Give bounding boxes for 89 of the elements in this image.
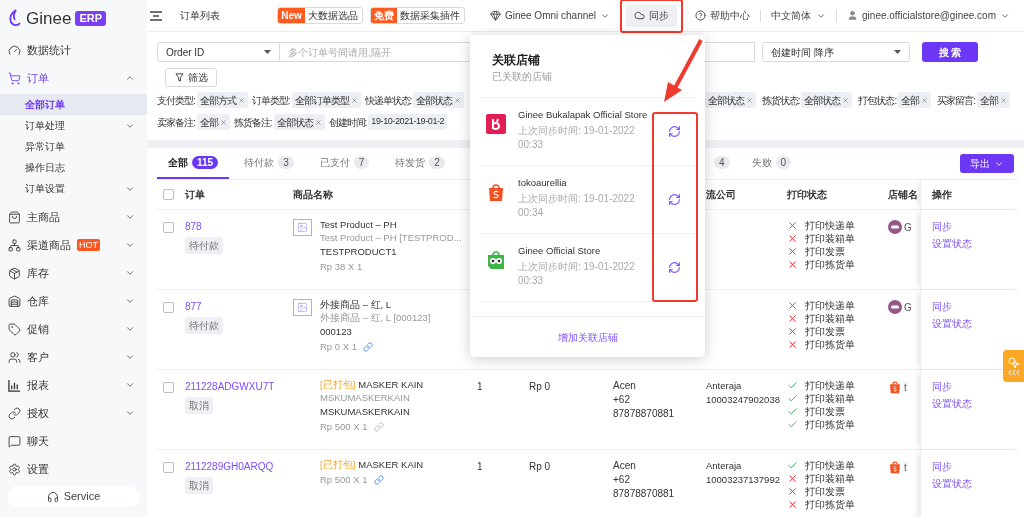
- product-name: Test Product – PH: [320, 219, 397, 230]
- order-status-tag: 待付款: [185, 317, 223, 334]
- product-sku: 000123: [320, 326, 353, 339]
- count-badge: 4: [714, 156, 730, 169]
- product-variant: 外接商品 – 红, L [000123]: [320, 311, 431, 324]
- page-title: 订单列表: [180, 9, 220, 23]
- product-name: MASKER KAIN: [358, 379, 424, 390]
- count-badge: 2: [429, 156, 445, 169]
- filter-label: 订单类型:: [251, 93, 290, 108]
- product-variant: Test Product – PH [TESTPROD...: [320, 231, 462, 244]
- promo-badge: New: [278, 8, 305, 23]
- column-header: 流公司: [706, 188, 737, 202]
- print-status-label: 打印发票: [805, 405, 845, 419]
- column-header: 店铺名: [888, 188, 919, 202]
- print-status-label: 打印发票: [805, 325, 845, 339]
- product-name: MASKER KAIN: [358, 459, 424, 470]
- logistics-text: 10003237137992: [706, 473, 781, 487]
- recipient-text: Acen: [613, 379, 637, 393]
- recipient-text: 87878870881: [613, 487, 676, 501]
- popup-title: 关联店铺: [492, 53, 541, 67]
- recipient-text: 87878870881: [613, 407, 676, 421]
- filter-label: 支付类型:: [157, 93, 195, 108]
- count-badge: 0: [775, 156, 792, 169]
- last-sync-time: 上次同步时间: 19-01-2022 00:34: [518, 192, 636, 220]
- store-name: G: [904, 301, 912, 315]
- count-badge: 115: [192, 156, 219, 169]
- hot-badge: HOT: [77, 239, 100, 251]
- product-price: Rp 500 X 1: [320, 473, 368, 486]
- filter-label: 拣货备注:: [233, 115, 272, 130]
- order-status-tag: 待付款: [185, 237, 223, 254]
- print-status-label: 打印装箱单: [805, 312, 855, 326]
- filter-label: 拣货状态:: [761, 93, 800, 108]
- product-variant: MSKUMASKERKAIN: [320, 391, 411, 404]
- product-price: Rp 38 X 1: [320, 260, 363, 273]
- filter-label: 买家留言:: [937, 93, 975, 108]
- print-status-label: 打印发票: [805, 485, 845, 499]
- store-name: tokoaurellia: [518, 176, 568, 189]
- print-status-label: 打印快递单: [805, 299, 855, 313]
- amount-text: Rp 0: [529, 461, 551, 472]
- promo-badge: 免费: [370, 8, 397, 23]
- logo-badge: ERP: [75, 10, 106, 26]
- column-header: 订单: [185, 188, 206, 202]
- store-name: Ginee Bukalapak Official Store: [518, 108, 649, 121]
- print-status-label: 打印快递单: [805, 379, 855, 393]
- packed-tag: [已打包]: [320, 459, 356, 470]
- logo-text: Ginee: [26, 9, 72, 27]
- count-badge: 3: [278, 156, 294, 169]
- logistics-text: 10003247902038: [706, 393, 781, 407]
- store-name: Ginee Official Store: [518, 244, 602, 257]
- order-status-tag: 取消: [185, 477, 213, 494]
- amount-text: Rp 0: [529, 381, 551, 392]
- filter-label: 快递单状态:: [364, 93, 412, 108]
- print-status-label: 打印快递单: [805, 219, 855, 233]
- quantity-text: 1: [477, 461, 483, 472]
- count-badge: 7: [353, 156, 370, 169]
- column-header: 打印状态: [787, 188, 828, 202]
- print-status-label: 打印装箱单: [805, 392, 855, 406]
- print-status-label: 打印装箱单: [805, 232, 855, 246]
- product-sku: TESTPRODUCT1: [320, 246, 398, 259]
- last-sync-time: 上次同步时间: 19-01-2022 00:33: [518, 260, 636, 288]
- packed-tag: [已打包]: [320, 379, 356, 390]
- recipient-text: +62: [613, 473, 631, 487]
- recipient-text: +62: [613, 393, 631, 407]
- recipient-text: Acen: [613, 459, 637, 473]
- logistics-text: Anteraja: [706, 379, 743, 393]
- quantity-text: 1: [477, 381, 483, 392]
- store-name: t: [904, 461, 907, 475]
- product-name: 外接商品 – 红, L: [320, 299, 392, 310]
- popup-subtitle: 已关联的店铺: [492, 70, 553, 84]
- product-price: Rp 0 X 1: [320, 340, 357, 353]
- logistics-text: Anteraja: [706, 459, 743, 473]
- column-header: 商品名称: [293, 188, 334, 202]
- print-status-label: 打印发票: [805, 245, 845, 259]
- last-sync-time: 上次同步时间: 19-01-2022 00:33: [518, 124, 636, 152]
- product-sku: MSKUMASKERKAIN: [320, 406, 411, 419]
- filter-label: 打包状态:: [858, 93, 897, 108]
- filter-label: 创建时间:: [328, 115, 367, 130]
- product-price: Rp 500 X 1: [320, 420, 368, 433]
- order-status-tag: 取消: [185, 397, 213, 414]
- store-name: G: [904, 221, 912, 235]
- print-status-label: 打印拣货单: [805, 418, 855, 432]
- print-status-label: 打印装箱单: [805, 472, 855, 486]
- column-header: 操作: [932, 188, 952, 202]
- filter-label: 卖家备注:: [157, 115, 195, 130]
- store-name: t: [904, 381, 907, 395]
- print-status-label: 打印快递单: [805, 459, 855, 473]
- print-status-label: 打印拣货单: [805, 258, 855, 272]
- print-status-label: 打印拣货单: [805, 338, 855, 352]
- print-status-label: 打印拣货单: [805, 498, 855, 512]
